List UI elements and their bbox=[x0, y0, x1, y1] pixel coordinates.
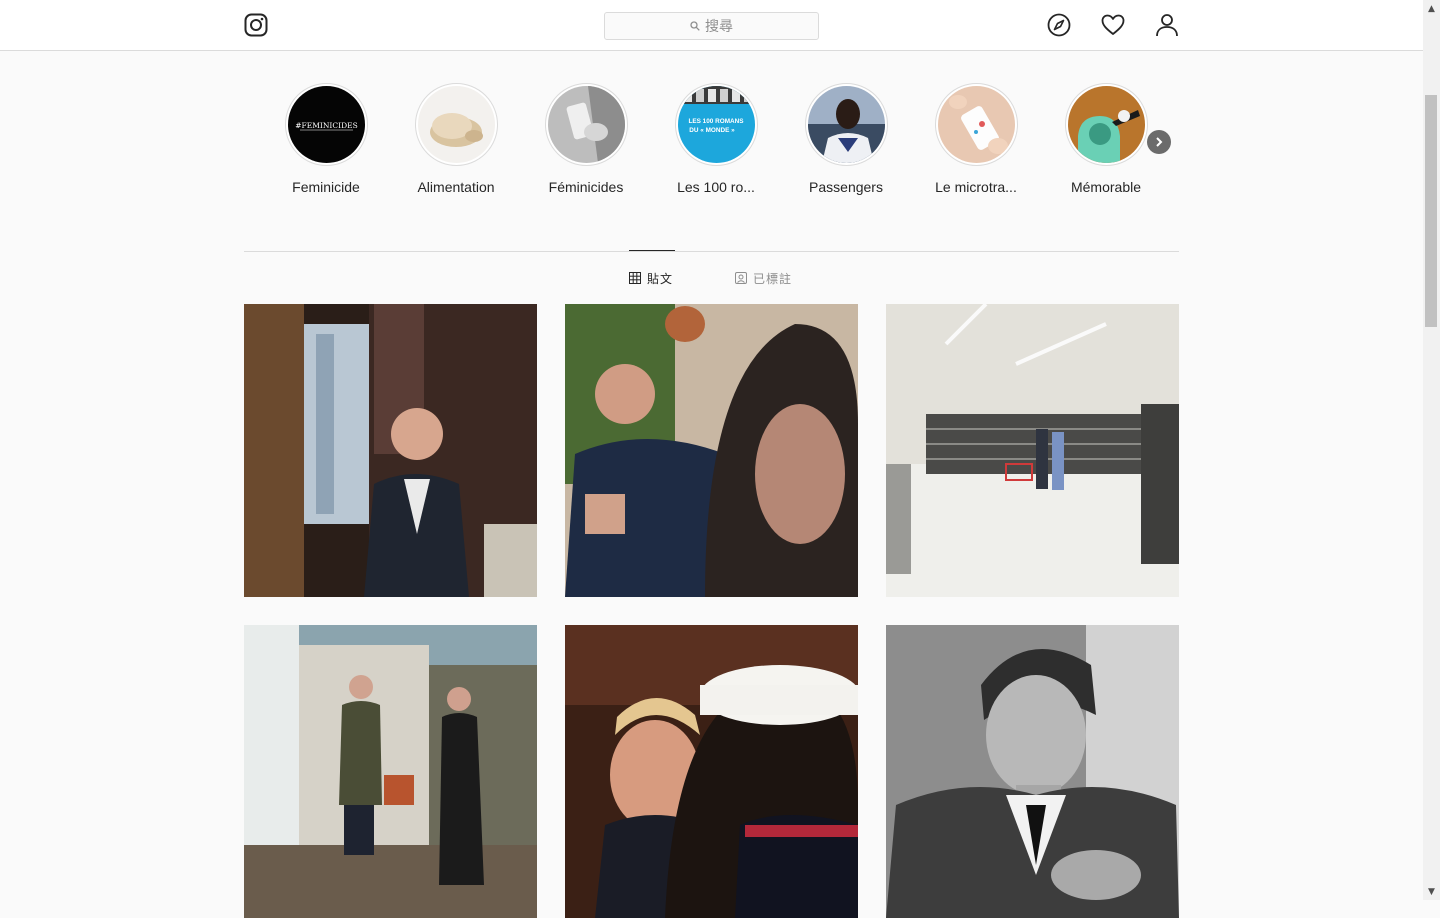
search-placeholder: 搜尋 bbox=[705, 19, 733, 35]
post-thumbnail[interactable] bbox=[886, 625, 1179, 918]
highlight-cover: LES 100 ROMANS DU « MONDE » bbox=[677, 86, 755, 163]
chevron-right-icon bbox=[1156, 137, 1163, 147]
highlight-feminicides[interactable]: Féminicides bbox=[531, 83, 641, 195]
post-image bbox=[565, 304, 858, 597]
highlight-alimentation[interactable]: Alimentation bbox=[401, 83, 511, 195]
post-thumbnail[interactable] bbox=[886, 304, 1179, 597]
search-input[interactable]: 搜尋 bbox=[604, 12, 819, 40]
post-image bbox=[244, 304, 537, 597]
top-nav: 搜尋 bbox=[0, 0, 1423, 51]
highlight-label: Feminicide bbox=[292, 179, 360, 195]
post-image bbox=[886, 625, 1179, 918]
post-thumbnail[interactable] bbox=[565, 625, 858, 918]
post-image bbox=[565, 625, 858, 918]
post-image bbox=[244, 625, 537, 918]
active-tab-indicator bbox=[629, 250, 675, 251]
post-thumbnail[interactable] bbox=[244, 625, 537, 918]
highlight-cover-text: DU « MONDE » bbox=[689, 127, 735, 134]
highlight-cover bbox=[807, 86, 885, 163]
highlight-cover bbox=[937, 86, 1015, 163]
highlight-label: Alimentation bbox=[417, 179, 495, 195]
tagged-user-icon bbox=[735, 272, 747, 284]
highlight-cover bbox=[547, 86, 625, 163]
highlight-label: Les 100 ro... bbox=[677, 179, 755, 195]
compass-icon[interactable] bbox=[1047, 13, 1071, 37]
highlight-label: Mémorable bbox=[1070, 179, 1142, 195]
instagram-logo-icon[interactable] bbox=[244, 13, 268, 37]
page-scrollbar[interactable]: ▲ ▼ bbox=[1423, 0, 1440, 900]
tab-tagged-label: 已標註 bbox=[753, 271, 793, 286]
tab-tagged[interactable]: 已標註 bbox=[735, 270, 792, 286]
grid-icon bbox=[629, 272, 641, 284]
highlight-cover bbox=[1067, 86, 1145, 163]
post-thumbnail[interactable] bbox=[244, 304, 537, 597]
user-icon[interactable] bbox=[1155, 13, 1179, 37]
search-icon bbox=[690, 21, 700, 31]
tab-posts-label: 貼文 bbox=[647, 271, 674, 286]
highlight-cover bbox=[417, 86, 495, 163]
highlight-label: Le microtra... bbox=[935, 179, 1017, 195]
tabs-divider bbox=[244, 251, 1179, 252]
highlight-label: Passengers bbox=[809, 179, 883, 195]
highlight-cover-text: #FEMINICIDES bbox=[295, 121, 357, 130]
highlight-memorable[interactable]: Mémorable bbox=[1051, 83, 1161, 195]
post-image bbox=[886, 304, 1179, 597]
scroll-up-arrow-icon[interactable]: ▲ bbox=[1423, 0, 1440, 17]
scroll-down-arrow-icon[interactable]: ▼ bbox=[1423, 883, 1440, 900]
highlight-passengers[interactable]: Passengers bbox=[791, 83, 901, 195]
highlight-les-100-romans[interactable]: LES 100 ROMANS DU « MONDE » Les 100 ro..… bbox=[661, 83, 771, 195]
scrollbar-thumb[interactable] bbox=[1425, 95, 1437, 327]
tab-posts[interactable]: 貼文 bbox=[629, 270, 673, 286]
highlight-feminicide[interactable]: #FEMINICIDES Feminicide bbox=[271, 83, 381, 195]
post-thumbnail[interactable] bbox=[565, 304, 858, 597]
highlight-cover: #FEMINICIDES bbox=[287, 86, 365, 163]
highlights-next-button[interactable] bbox=[1147, 130, 1171, 154]
highlight-le-microtravail[interactable]: Le microtra... bbox=[921, 83, 1031, 195]
highlight-label: Féminicides bbox=[548, 179, 624, 195]
heart-icon[interactable] bbox=[1101, 13, 1125, 37]
highlight-cover-text: LES 100 ROMANS bbox=[688, 118, 744, 125]
